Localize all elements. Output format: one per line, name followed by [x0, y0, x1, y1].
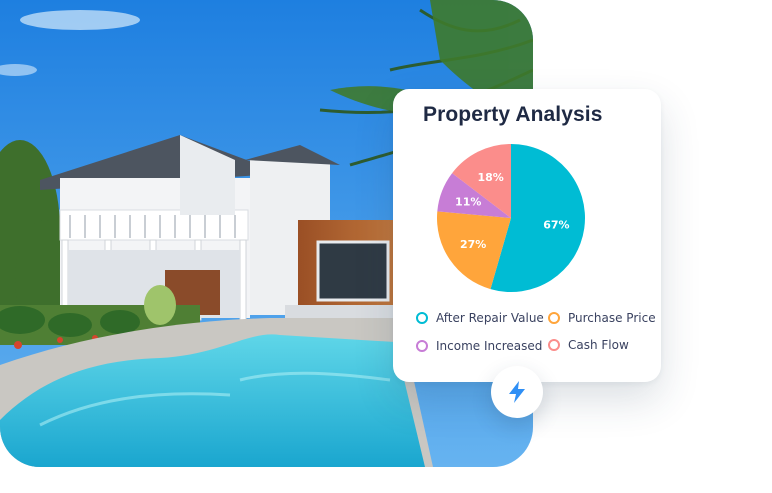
pie-chart: 67% 27% 11% 18%	[437, 144, 585, 292]
legend-item-purchase-price: Purchase Price	[548, 311, 656, 325]
pie-label: 18%	[477, 171, 503, 184]
pie-label: 11%	[455, 195, 481, 208]
legend-marker	[416, 340, 428, 352]
lightning-badge[interactable]	[491, 366, 543, 418]
lightning-bolt-icon	[509, 381, 525, 403]
legend-item-cash-flow: Cash Flow	[548, 338, 629, 352]
legend-label: Cash Flow	[568, 338, 629, 352]
pie-label: 27%	[460, 238, 486, 251]
legend-label: Purchase Price	[568, 311, 656, 325]
legend-label: After Repair Value	[436, 311, 544, 325]
legend-marker	[548, 312, 560, 324]
legend-marker	[416, 312, 428, 324]
legend-item-after-repair-value: After Repair Value	[416, 311, 544, 325]
legend-label: Income Increased	[436, 339, 543, 353]
legend-marker	[548, 339, 560, 351]
legend-item-income-increased: Income Increased	[416, 339, 542, 353]
property-analysis-card: Property Analysis 67% 27% 11% 18% After Rep…	[393, 89, 661, 382]
pie-label: 67%	[543, 218, 569, 231]
